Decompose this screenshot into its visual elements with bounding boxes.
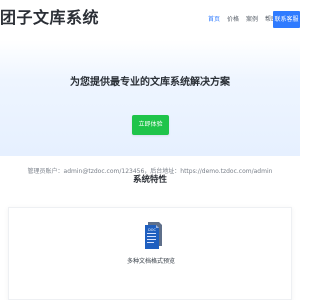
top-header: 团子文库系统 首页 价格 案例 帮助 联系客服: [0, 0, 300, 40]
brand-logo-text[interactable]: 团子文库系统: [0, 8, 99, 28]
nav-home[interactable]: 首页: [208, 16, 220, 24]
doc-icon-label: DOC: [148, 228, 156, 232]
feature-card[interactable]: DOC 多种文档格式预览: [8, 207, 292, 300]
try-now-button[interactable]: 立即体验: [132, 115, 169, 135]
contact-support-button[interactable]: 联系客服: [273, 11, 300, 28]
doc-icon: DOC: [145, 222, 162, 249]
nav-cases[interactable]: 案例: [246, 16, 258, 24]
features-title: 系统特性: [132, 175, 167, 185]
nav-pricing[interactable]: 价格: [227, 16, 239, 24]
hero-section: 为您提供最专业的文库系统解决方案 立即体验 管理员账户：admin@tzdoc.…: [0, 40, 300, 175]
feature-label: 多种文档格式预览: [126, 258, 175, 265]
main-nav: 首页 价格 案例 帮助: [208, 16, 277, 24]
hero-title: 为您提供最专业的文库系统解决方案: [70, 77, 230, 88]
